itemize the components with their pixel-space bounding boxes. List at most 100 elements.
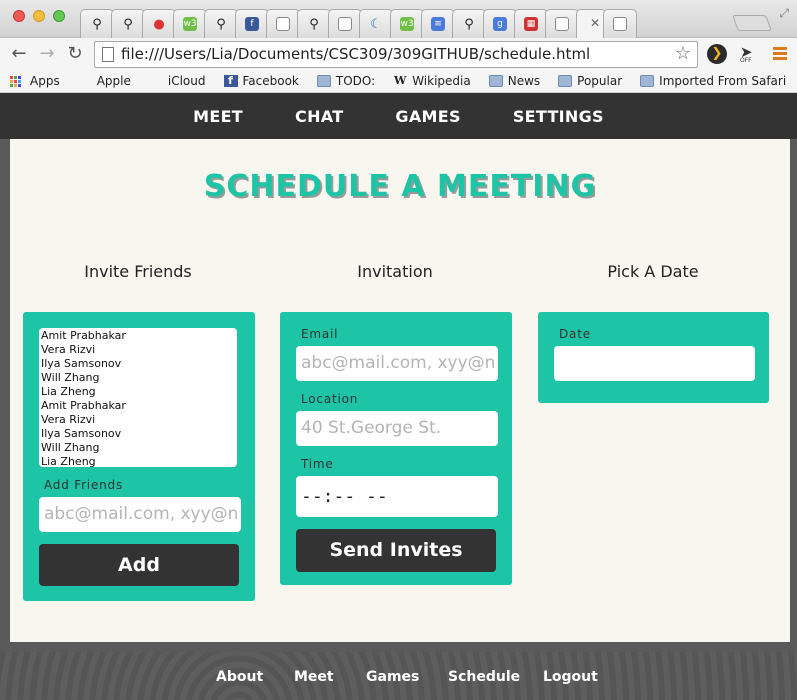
browser-tab-strip: ⚲ ⚲ ● w3 ⚲ f ⚲ ☾ w3 ≡ ⚲ g ▦ ✕ ⤢ <box>0 0 797 38</box>
browser-tab[interactable]: w3 <box>173 9 207 38</box>
time-field[interactable]: --:-- -- <box>296 476 498 517</box>
footer-schedule-link[interactable]: Schedule <box>448 669 520 685</box>
bookmark-wikipedia[interactable]: W Wikipedia <box>393 74 471 88</box>
friend-option[interactable]: Lia Zheng <box>41 455 235 467</box>
minimize-window-button[interactable] <box>33 10 45 22</box>
add-friends-label: Add Friends <box>44 478 124 492</box>
friend-option[interactable]: Amit Prabhakar <box>41 399 235 413</box>
add-friends-input[interactable]: abc@mail.com, xyy@n <box>39 497 241 532</box>
new-tab-button[interactable] <box>732 15 772 31</box>
zoom-window-button[interactable] <box>53 10 65 22</box>
bookmarks-bar: Apps Apple iCloud f Facebook TODO: W Wik… <box>0 70 797 93</box>
bookmark-star-icon[interactable]: ☆ <box>675 43 691 64</box>
bookmark-label: TODO: <box>335 74 376 88</box>
back-arrow-icon[interactable]: ← <box>8 43 30 64</box>
bookmark-popular[interactable]: Popular <box>558 74 622 88</box>
page-icon <box>555 17 569 31</box>
footer-meet-link[interactable]: Meet <box>294 669 334 685</box>
friend-option[interactable]: Lia Zheng <box>41 385 235 399</box>
reload-icon[interactable]: ↻ <box>64 43 86 64</box>
nav-chat[interactable]: CHAT <box>295 107 343 126</box>
close-window-button[interactable] <box>13 10 25 22</box>
bookmark-apple[interactable]: Apple <box>78 74 131 88</box>
browser-tab[interactable] <box>266 9 300 38</box>
jquery-icon: ☾ <box>370 16 382 32</box>
email-field[interactable]: abc@mail.com, xyy@n <box>296 346 498 381</box>
friend-option[interactable]: Ilya Samsonov <box>41 427 235 441</box>
friend-option[interactable]: Amit Prabhakar <box>41 329 235 343</box>
browser-tab[interactable]: w3 <box>390 9 424 38</box>
send-invites-button[interactable]: Send Invites <box>296 529 496 572</box>
menu-icon[interactable] <box>773 47 787 62</box>
browser-tab[interactable]: ⚲ <box>111 9 145 38</box>
footer-logout-link[interactable]: Logout <box>543 669 598 685</box>
footer-about-link[interactable]: About <box>216 669 263 685</box>
apple-icon <box>78 75 92 87</box>
browser-tab[interactable]: ⚲ <box>452 9 486 38</box>
bookmark-todo[interactable]: TODO: <box>316 74 376 88</box>
cursor-extension-icon[interactable]: ➤ OFF <box>740 43 753 64</box>
friend-option[interactable]: Will Zhang <box>41 371 235 385</box>
url-text[interactable]: file:///Users/Lia/Documents/CSC309/309GI… <box>121 45 590 63</box>
map-pin-icon: ● <box>153 16 165 32</box>
site-nav: MEET CHAT GAMES SETTINGS <box>0 93 797 139</box>
bookmark-label: Apps <box>30 74 60 88</box>
browser-tab[interactable]: ⚲ <box>204 9 238 38</box>
extension-badge: OFF <box>740 57 752 64</box>
browser-tab[interactable]: ▦ <box>514 9 548 38</box>
page-icon <box>276 17 290 31</box>
invitation-panel: Email abc@mail.com, xyy@n Location 40 St… <box>280 312 512 585</box>
fullscreen-icon[interactable]: ⤢ <box>779 6 789 21</box>
friends-list[interactable]: Amit Prabhakar Vera Rizvi Ilya Samsonov … <box>39 328 237 467</box>
browser-tab-active[interactable]: ✕ <box>576 9 606 38</box>
nav-meet[interactable]: MEET <box>193 107 243 126</box>
browser-tab[interactable]: f <box>235 9 269 38</box>
friend-option[interactable]: Vera Rizvi <box>41 413 235 427</box>
invite-friends-heading: Invite Friends <box>84 262 192 281</box>
friend-option[interactable]: Will Zhang <box>41 441 235 455</box>
footer-games-link[interactable]: Games <box>366 669 419 685</box>
main-content: SCHEDULE A MEETING Invite Friends Invita… <box>10 139 790 642</box>
nav-settings[interactable]: SETTINGS <box>513 107 604 126</box>
browser-tab[interactable] <box>603 9 637 38</box>
google-icon: g <box>493 17 507 31</box>
bookmark-icloud[interactable]: iCloud <box>149 74 206 88</box>
site-footer: About Meet Games Schedule Logout <box>0 652 797 700</box>
browser-tab[interactable]: ⚲ <box>80 9 114 38</box>
nav-games[interactable]: GAMES <box>395 107 460 126</box>
close-tab-icon[interactable]: ✕ <box>590 16 600 30</box>
pin-icon: ⚲ <box>92 16 102 32</box>
bookmark-label: Facebook <box>242 74 299 88</box>
page-icon <box>613 17 627 31</box>
browser-tab[interactable]: g <box>483 9 517 38</box>
folder-icon <box>316 75 331 87</box>
browser-tab[interactable]: ● <box>142 9 176 38</box>
browser-toolbar: ← → ↻ file:///Users/Lia/Documents/CSC309… <box>0 38 797 70</box>
plex-extension-icon[interactable]: ❯ <box>707 44 727 64</box>
invitation-heading: Invitation <box>357 262 433 281</box>
friend-option[interactable]: Ilya Samsonov <box>41 357 235 371</box>
add-button[interactable]: Add <box>39 544 239 586</box>
bookmark-imported-from-safari[interactable]: Imported From Safari <box>640 74 786 88</box>
pick-date-heading: Pick A Date <box>607 262 699 281</box>
browser-tab[interactable] <box>328 9 362 38</box>
invite-friends-panel: Amit Prabhakar Vera Rizvi Ilya Samsonov … <box>23 312 255 601</box>
location-field[interactable]: 40 St.George St. <box>296 411 498 446</box>
bookmark-facebook[interactable]: f Facebook <box>223 74 299 88</box>
bookmark-label: Apple <box>96 74 131 88</box>
bookmark-news[interactable]: News <box>488 74 540 88</box>
browser-tab[interactable]: ⚲ <box>297 9 331 38</box>
browser-tab[interactable] <box>545 9 579 38</box>
friend-option[interactable]: Vera Rizvi <box>41 343 235 357</box>
page-title: SCHEDULE A MEETING <box>203 169 597 204</box>
pin-icon: ⚲ <box>123 16 133 32</box>
browser-tab[interactable]: ☾ <box>359 9 393 38</box>
date-label: Date <box>559 327 591 341</box>
browser-tab[interactable]: ≡ <box>421 9 455 38</box>
forward-arrow-icon[interactable]: → <box>36 43 58 64</box>
date-field[interactable] <box>554 346 755 381</box>
docs-icon: ≡ <box>431 17 445 31</box>
bookmark-apps[interactable]: Apps <box>10 74 60 88</box>
address-bar[interactable]: file:///Users/Lia/Documents/CSC309/309GI… <box>94 41 698 68</box>
bookmark-label: Imported From Safari <box>659 74 787 88</box>
